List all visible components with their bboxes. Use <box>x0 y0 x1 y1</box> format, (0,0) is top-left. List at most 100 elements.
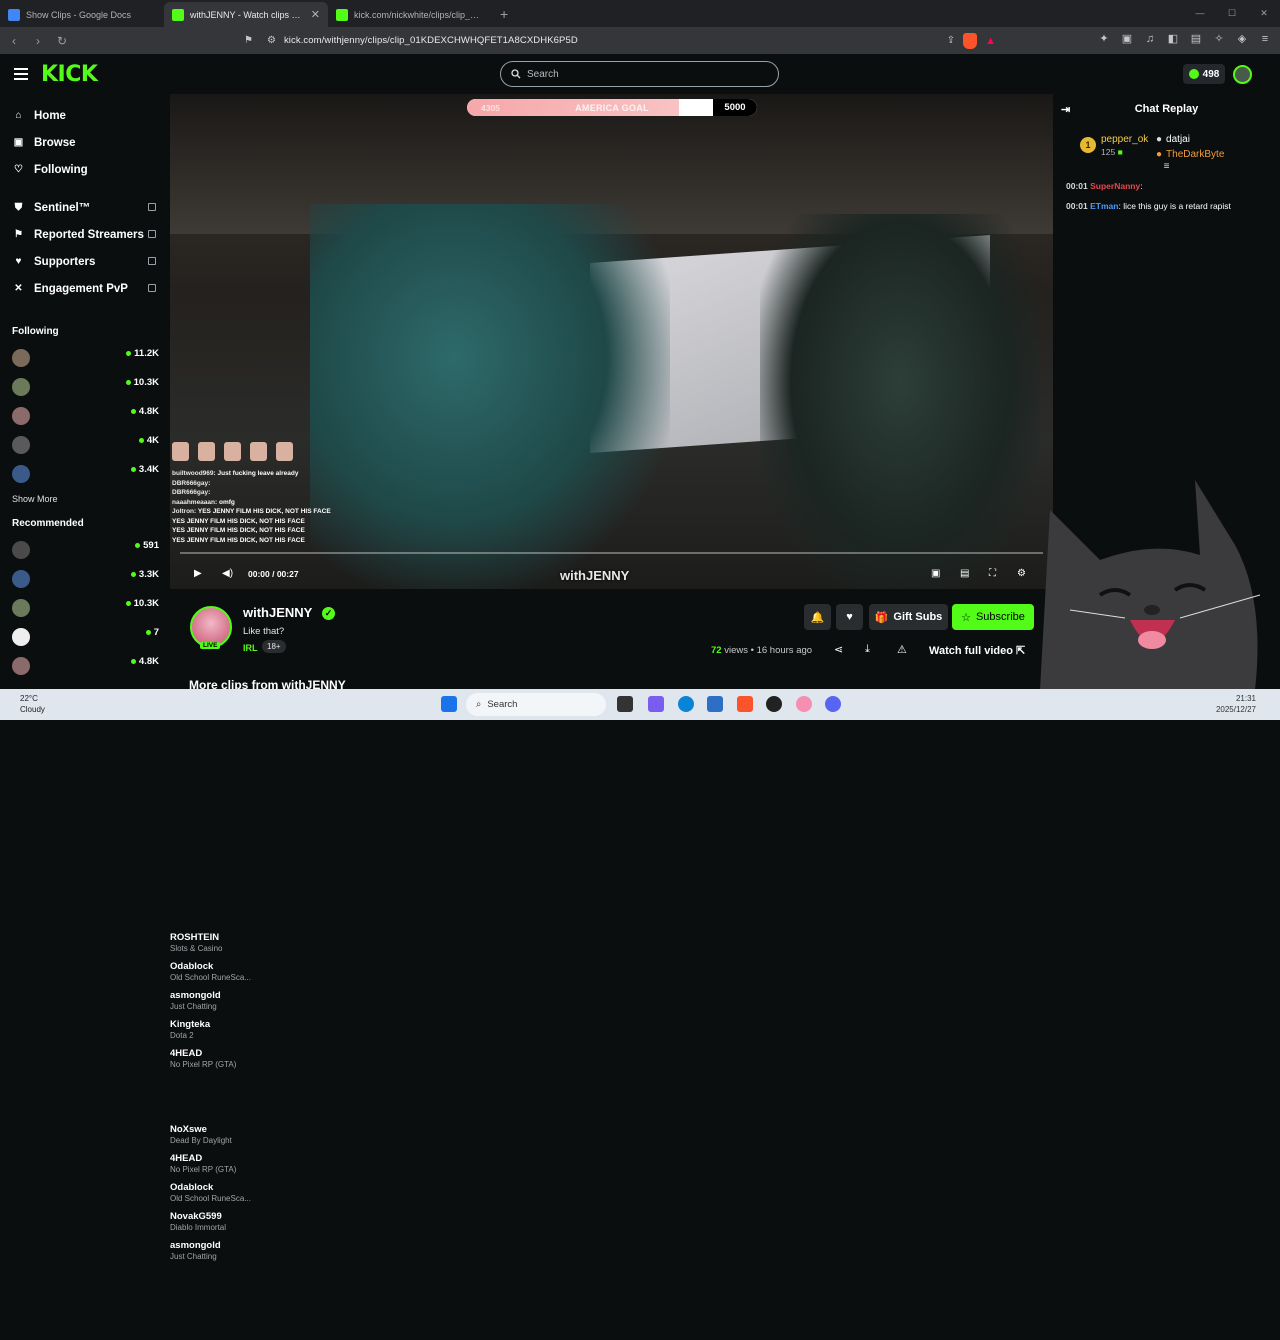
store-icon[interactable] <box>707 696 723 712</box>
sidebar-item-browse[interactable]: ▣ Browse <box>0 129 170 156</box>
theater-icon[interactable]: ▤ <box>960 568 969 579</box>
site-header: KICK Search 498 <box>0 54 1280 94</box>
volume-icon[interactable]: ◀) <box>222 568 233 579</box>
minimize-icon[interactable]: — <box>1184 0 1216 27</box>
menu-icon[interactable]: ≡ <box>1258 32 1272 46</box>
kick-logo[interactable]: KICK <box>41 62 98 87</box>
edge-icon[interactable] <box>678 696 694 712</box>
watch-full-video-link[interactable]: Watch full video ⇱ <box>929 644 1025 657</box>
channel-item[interactable]: 4HEAD No Pixel RP (GTA) 3.4K <box>0 459 236 1069</box>
reload-icon[interactable]: ↻ <box>52 34 72 48</box>
windows-start-icon[interactable] <box>441 696 457 712</box>
video-frame <box>760 214 1040 589</box>
site-info-icon[interactable]: ⚙ <box>267 35 276 46</box>
taskbar-search[interactable]: ⌕ Search <box>466 693 606 716</box>
share-icon[interactable]: ⋖ <box>834 643 843 656</box>
system-clock[interactable]: 21:31 2025/12/27 <box>1216 693 1256 715</box>
category-link[interactable]: IRL <box>243 643 258 653</box>
report-icon[interactable]: ⚠ <box>897 643 907 656</box>
pip-icon[interactable]: ▣ <box>931 568 940 579</box>
channel-item[interactable]: NoXswe Dead By Daylight 591 <box>0 535 232 1145</box>
vpn-icon[interactable]: ◈ <box>1235 32 1249 46</box>
overlay-chat-text: YES JENNY FILM HIS DICK, NOT HIS FACE <box>172 536 305 544</box>
discord-icon[interactable] <box>825 696 841 712</box>
back-icon[interactable]: ‹ <box>4 34 24 48</box>
viewer-count: 10.3K <box>125 377 159 388</box>
weather-widget[interactable]: 22°C Cloudy <box>20 693 45 715</box>
sidebar-item-reported[interactable]: ⚑ Reported Streamers <box>0 221 170 248</box>
channel-item[interactable]: ROSHTEIN Slots & Casino 11.2K <box>0 343 222 953</box>
search-input[interactable]: Search <box>500 61 779 87</box>
browser-tab[interactable]: kick.com/nickwhite/clips/clip_01KDE <box>328 2 492 27</box>
channel-item[interactable]: Odablock Old School RuneSca... 10.3K <box>0 593 251 1203</box>
sidebar-item-sentinel[interactable]: ⛊ Sentinel™ <box>0 194 170 221</box>
forward-icon[interactable]: › <box>28 34 48 48</box>
url-field[interactable]: ⚑ ⚙ kick.com/withjenny/clips/clip_01KDEX… <box>244 30 996 51</box>
panel-icon[interactable]: ◧ <box>1166 32 1180 46</box>
channel-category: Just Chatting <box>170 1002 217 1011</box>
points-count: 498 <box>1202 68 1220 80</box>
channel-item[interactable]: Kingteka Dota 2 4K <box>0 430 210 1040</box>
media-icon[interactable]: ♫ <box>1143 32 1157 46</box>
play-icon[interactable]: ▶ <box>194 568 202 579</box>
emote-icon <box>224 442 241 461</box>
copilot-icon[interactable] <box>648 696 664 712</box>
wallet-icon[interactable]: ▤ <box>1189 32 1203 46</box>
follow-button[interactable]: ♥ <box>836 604 863 630</box>
home-icon: ⌂ <box>15 110 22 121</box>
sidebar-item-home[interactable]: ⌂ Home <box>0 102 170 129</box>
streamer-name[interactable]: withJENNY <box>243 605 312 620</box>
brave-shield-icon[interactable] <box>963 32 978 49</box>
points-badge[interactable]: 498 <box>1183 64 1225 84</box>
channel-category: Just Chatting <box>170 1252 217 1261</box>
collapse-chat-icon[interactable]: ⇥ <box>1061 103 1070 116</box>
notify-button[interactable]: 🔔 <box>804 604 831 630</box>
browser-tab[interactable]: Show Clips - Google Docs <box>0 2 164 27</box>
channel-item[interactable]: 4HEAD No Pixel RP (GTA) 3.3K <box>0 564 236 1174</box>
new-tab-button[interactable]: + <box>492 6 516 27</box>
gift-icon: ● <box>1156 134 1163 145</box>
rewards-icon[interactable]: ▲ <box>985 35 996 47</box>
close-icon[interactable]: ✕ <box>311 8 320 21</box>
chat-username[interactable]: SuperNanny <box>1090 181 1140 191</box>
maximize-icon[interactable]: ☐ <box>1216 0 1248 27</box>
chat-text: : <box>1140 181 1143 191</box>
seek-bar[interactable] <box>180 552 1043 554</box>
overlay-chat-line: DBR666gay: <box>172 488 332 498</box>
video-player[interactable]: 4305 AMERICA GOAL 5000 builtwood969: Jus… <box>170 94 1053 589</box>
brave-icon[interactable] <box>737 696 753 712</box>
live-dot-icon <box>138 438 144 443</box>
channel-item[interactable]: asmongold Just Chatting 4.8K <box>0 401 221 1011</box>
bookmark-icon[interactable]: ⚑ <box>244 35 253 46</box>
close-window-icon[interactable]: ✕ <box>1248 0 1280 27</box>
obs-icon[interactable] <box>766 696 782 712</box>
gift-icon: 🎁 <box>874 611 889 624</box>
sidebar-icon[interactable]: ▣ <box>1120 32 1134 46</box>
subscribe-button[interactable]: ☆ Subscribe <box>952 604 1034 630</box>
task-view-icon[interactable] <box>617 696 633 712</box>
channel-category: Diablo Immortal <box>170 1223 227 1232</box>
rank-badge: 1 <box>1080 137 1096 153</box>
browser-tab-active[interactable]: withJENNY - Watch clips on Kick ✕ <box>164 2 328 27</box>
app-icon[interactable] <box>796 696 812 712</box>
fullscreen-icon[interactable]: ⛶ <box>989 568 996 579</box>
channel-item[interactable]: Odablock Old School RuneSca... 10.3K <box>0 372 251 982</box>
chat-username[interactable]: ETman <box>1090 201 1118 211</box>
puzzle-icon[interactable]: ✦ <box>1097 32 1111 46</box>
sidebar-item-following[interactable]: ♡ Following <box>0 156 170 183</box>
hamburger-menu-icon[interactable] <box>14 68 28 83</box>
avatar <box>12 464 30 483</box>
live-badge: LIVE <box>200 642 221 649</box>
sidebar-item-pvp[interactable]: ✕ Engagement PvP <box>0 275 170 302</box>
channel-item[interactable]: asmongold Just Chatting 4.8K <box>0 651 221 1261</box>
show-more-link[interactable]: Show More <box>0 494 170 508</box>
download-icon[interactable]: ⤓ <box>865 643 870 656</box>
gift-subs-button[interactable]: 🎁 Gift Subs <box>869 604 948 630</box>
settings-icon[interactable]: ⚙ <box>1017 568 1026 579</box>
live-dot-icon <box>130 659 136 664</box>
leo-icon[interactable]: ✧ <box>1212 32 1226 46</box>
channel-item[interactable]: NovakG599 Diablo Immortal 7 <box>0 622 226 1232</box>
user-avatar[interactable] <box>1233 65 1252 84</box>
sidebar-item-supporters[interactable]: ♥ Supporters <box>0 248 170 275</box>
share-icon[interactable]: ⇪ <box>947 35 955 46</box>
